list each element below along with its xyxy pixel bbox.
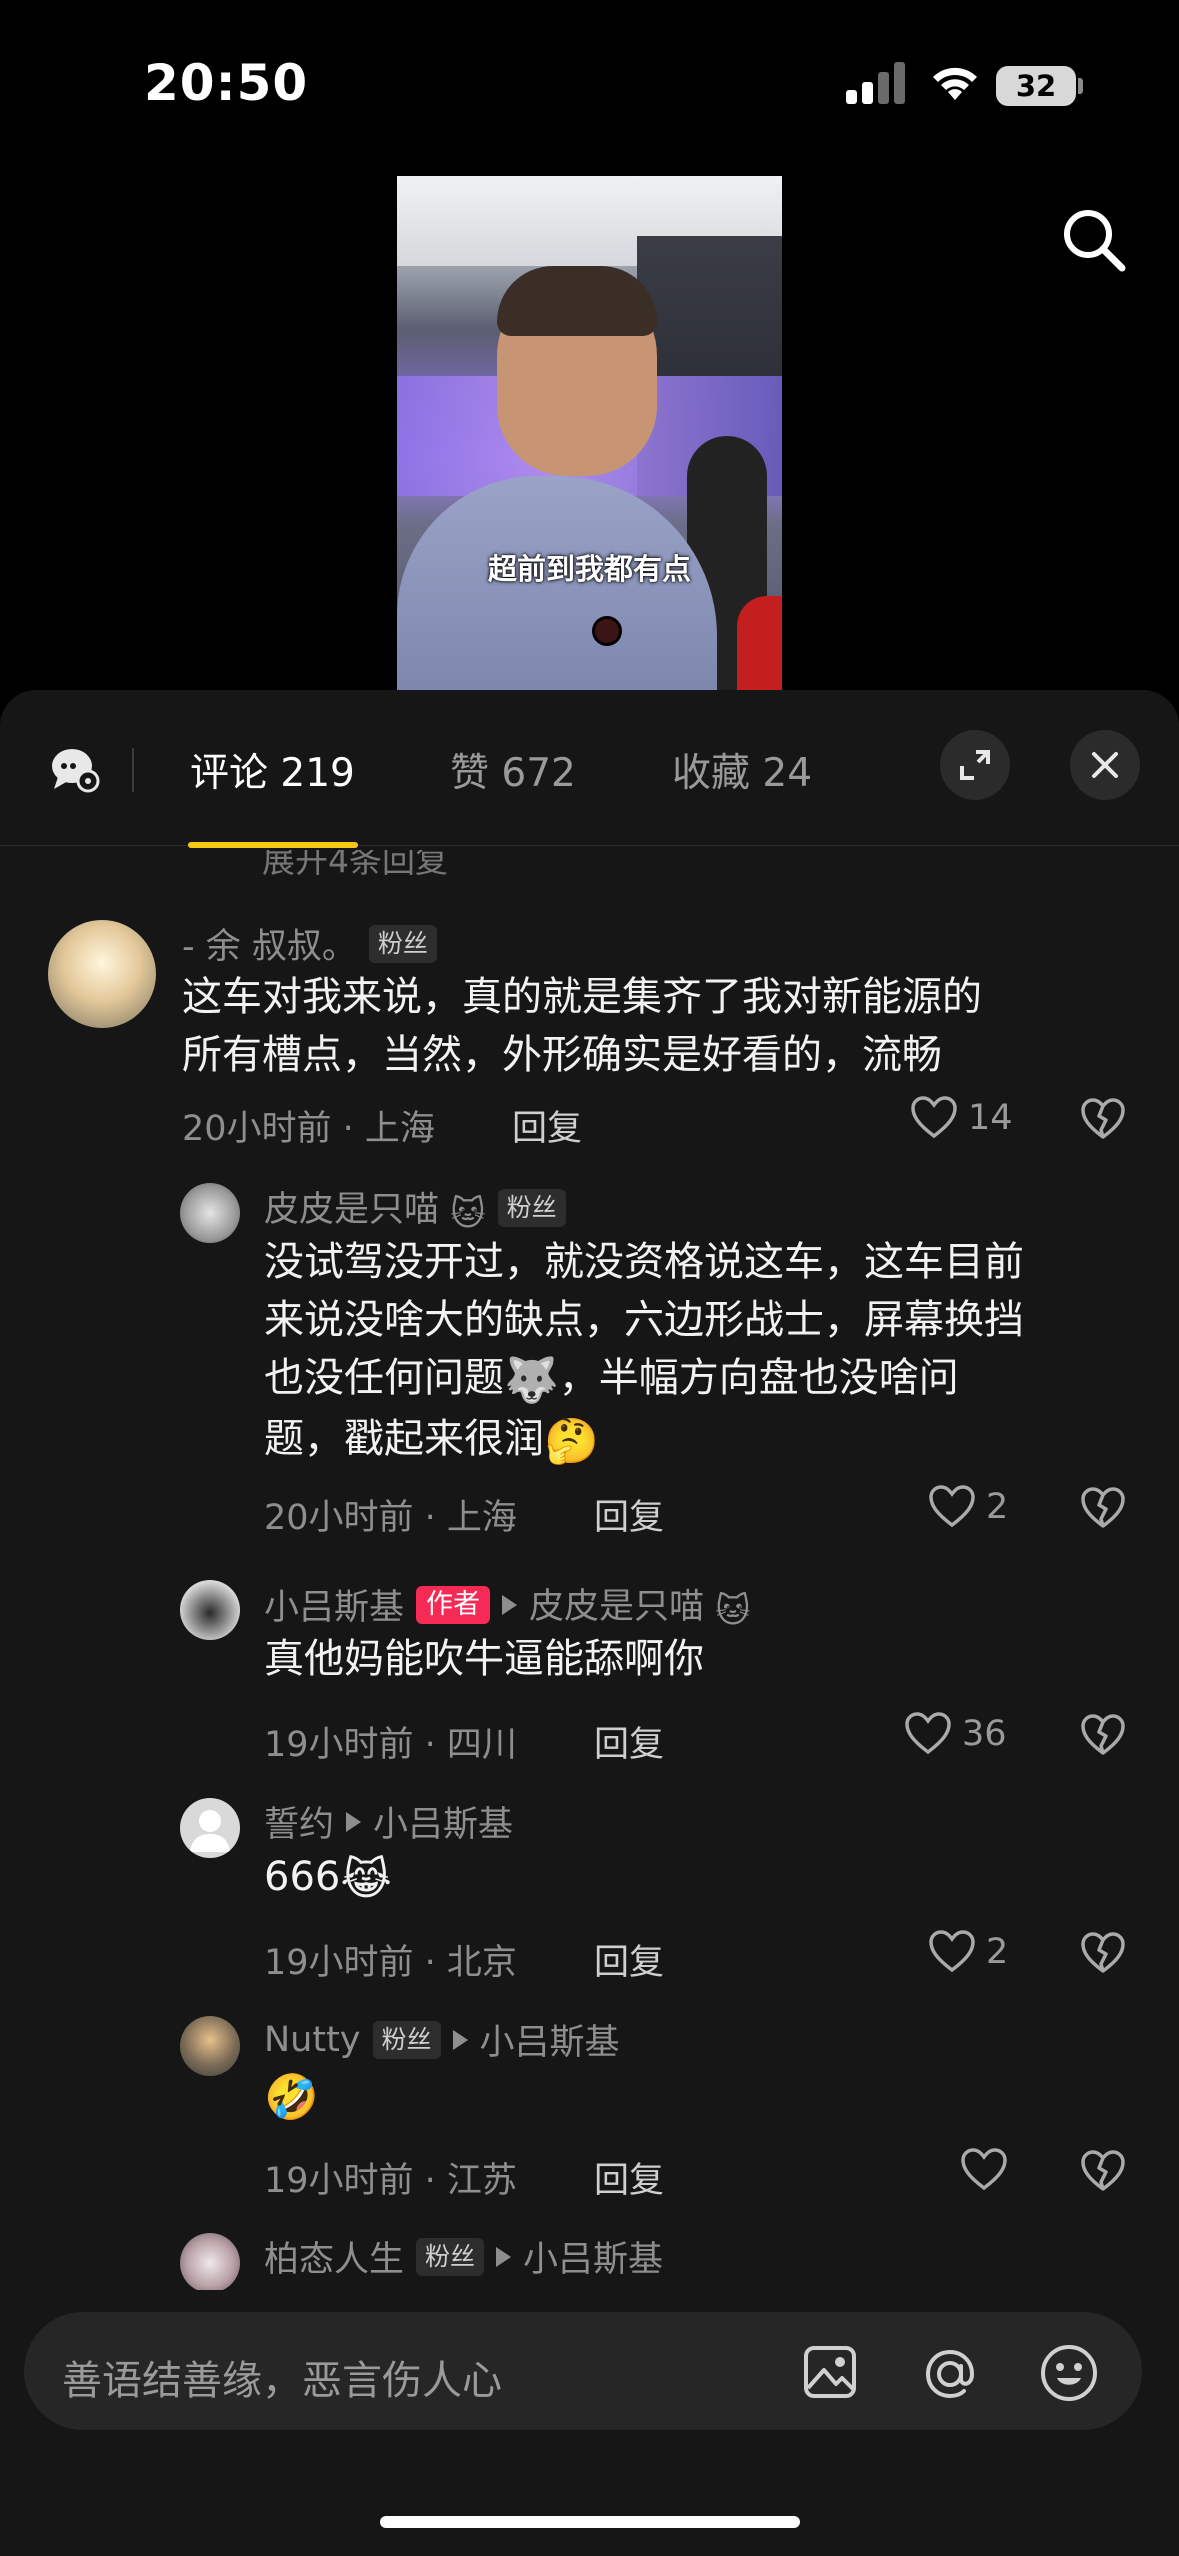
status-time: 20:50 (144, 54, 309, 112)
comment-input-placeholder: 善语结善缘，恶言伤人心 (62, 2358, 502, 2404)
search-icon[interactable] (1058, 204, 1128, 274)
comment-text: 666😹 (264, 1848, 392, 1909)
comment-author: Nutty 粉丝 小吕斯基 (264, 2014, 620, 2065)
comment-text: 没试驾没开过，就没资格说这车，这车目前 来说没啥大的缺点，六边形战士，屏幕换挡 … (264, 1233, 1024, 1471)
image-icon[interactable] (802, 2344, 858, 2400)
like-count: 14 (968, 1098, 1013, 1138)
heart-icon (905, 1712, 951, 1755)
chat-settings-icon[interactable] (50, 745, 100, 795)
tab-comments[interactable]: 评论 219 (190, 742, 355, 798)
like-button[interactable]: 2 (928, 1930, 1008, 1974)
heart-icon (929, 1485, 975, 1528)
reply-button[interactable]: 回复 (512, 1100, 582, 1151)
close-icon (1092, 752, 1118, 778)
comment-meta: 19小时前 · 江苏 (264, 2161, 517, 2201)
reply-arrow-icon (346, 1811, 362, 1832)
avatar[interactable] (48, 920, 156, 1028)
reply-button[interactable]: 回复 (594, 1716, 664, 1767)
husky-emoji: 🐺 (504, 1355, 559, 1406)
avatar[interactable] (180, 2233, 240, 2293)
avatar[interactable] (180, 2016, 240, 2076)
rolling-laughing-emoji: 🤣 (264, 2072, 319, 2123)
comment-author: 柏态人生 粉丝 小吕斯基 (264, 2231, 663, 2282)
reply-to-name[interactable]: 小吕斯基 (373, 1796, 513, 1847)
comment-meta: 20小时前 · 上海 (182, 1109, 435, 1149)
dislike-icon[interactable] (1080, 1098, 1126, 1140)
like-count: 36 (962, 1714, 1007, 1754)
thinking-emoji: 🤔 (544, 1416, 599, 1467)
reply-button[interactable]: 回复 (594, 1934, 664, 1985)
dislike-icon[interactable] (1080, 1487, 1126, 1529)
comment-author: 皮皮是只喵 🐱 粉丝 (264, 1181, 566, 1234)
battery-cap (1078, 78, 1083, 94)
comment-input[interactable]: 善语结善缘，恶言伤人心 (24, 2312, 1142, 2430)
wifi-icon (933, 67, 977, 100)
comment-meta: 20小时前 · 上海 (264, 1498, 517, 1538)
fan-badge: 粉丝 (416, 2237, 485, 2276)
heart-icon (961, 2148, 1007, 2191)
comment-text: 这车对我来说，真的就是集齐了我对新能源的 所有槽点，当然，外形确实是好看的，流畅 (182, 974, 982, 1078)
battery-indicator: 32 (996, 66, 1076, 106)
emoji-icon[interactable] (1038, 2342, 1100, 2404)
author-name[interactable]: 柏态人生 (264, 2231, 404, 2282)
cellular-signal-icon (846, 62, 908, 104)
author-name[interactable]: Nutty (264, 2020, 361, 2060)
author-badge: 作者 (416, 1585, 491, 1624)
comment-text: 真他妈能吹牛逼能舔啊你 (264, 1636, 704, 1682)
crying-laughing-emoji: 😹 (340, 1854, 392, 1905)
video-preview[interactable]: 超前到我都有点 (397, 176, 782, 690)
comment-author: 誓约 小吕斯基 (264, 1796, 513, 1847)
default-avatar-icon (190, 1810, 230, 1852)
author-name[interactable]: 誓约 (264, 1796, 334, 1847)
active-tab-indicator (188, 842, 358, 848)
expand-icon (960, 750, 990, 780)
reply-arrow-icon (502, 1594, 518, 1615)
comment-meta: 19小时前 · 北京 (264, 1943, 517, 1983)
reply-to-name[interactable]: 小吕斯基 (523, 2231, 663, 2282)
tab-divider (132, 748, 134, 792)
tab-favorites[interactable]: 收藏 24 (672, 742, 812, 798)
like-button[interactable]: 2 (928, 1485, 1008, 1529)
avatar[interactable] (180, 1183, 240, 1243)
mention-icon[interactable] (920, 2344, 980, 2404)
like-count: 2 (986, 1487, 1009, 1527)
close-button[interactable] (1070, 730, 1140, 800)
dislike-icon[interactable] (1080, 1714, 1126, 1756)
video-subtitle: 超前到我都有点 (487, 552, 691, 586)
panel-tabs: 评论 219 赞 672 收藏 24 (0, 690, 1179, 848)
like-button[interactable]: 14 (910, 1096, 1013, 1140)
reply-arrow-icon (452, 2029, 468, 2050)
comment-author: - 余 叔叔。 粉丝 (182, 918, 437, 969)
author-name[interactable]: 小吕斯基 (264, 1579, 404, 1630)
fan-badge: 粉丝 (368, 924, 437, 963)
fan-badge: 粉丝 (372, 2020, 441, 2059)
expand-button[interactable] (940, 730, 1010, 800)
dislike-icon[interactable] (1080, 1932, 1126, 1974)
comment-text: 🤣 (264, 2066, 319, 2127)
dislike-icon[interactable] (1080, 2150, 1126, 2192)
like-button[interactable] (960, 2148, 1018, 2192)
comment-meta: 19小时前 · 四川 (264, 1725, 517, 1765)
reply-to-name[interactable]: 皮皮是只喵 🐱 (529, 1578, 751, 1631)
fan-badge: 粉丝 (497, 1188, 566, 1227)
like-button[interactable]: 36 (904, 1712, 1007, 1756)
status-bar: 20:50 32 (0, 0, 1179, 170)
avatar[interactable] (180, 1798, 240, 1858)
reply-to-name[interactable]: 小吕斯基 (480, 2014, 620, 2065)
heart-icon (911, 1096, 957, 1139)
author-name[interactable]: 皮皮是只喵 🐱 (264, 1181, 486, 1234)
home-indicator[interactable] (380, 2516, 800, 2528)
heart-icon (929, 1930, 975, 1973)
author-name[interactable]: - 余 叔叔。 (182, 918, 357, 969)
tab-likes[interactable]: 赞 672 (450, 742, 576, 798)
comment-author: 小吕斯基 作者 皮皮是只喵 🐱 (264, 1578, 751, 1631)
comment-panel: 评论 219 赞 672 收藏 24 展开4条回复 - 余 叔叔。 粉丝 这车对… (0, 690, 1179, 2556)
avatar[interactable] (180, 1580, 240, 1640)
reply-arrow-icon (496, 2246, 512, 2267)
like-count: 2 (986, 1932, 1009, 1972)
reply-button[interactable]: 回复 (594, 1489, 664, 1540)
reply-button[interactable]: 回复 (594, 2152, 664, 2203)
